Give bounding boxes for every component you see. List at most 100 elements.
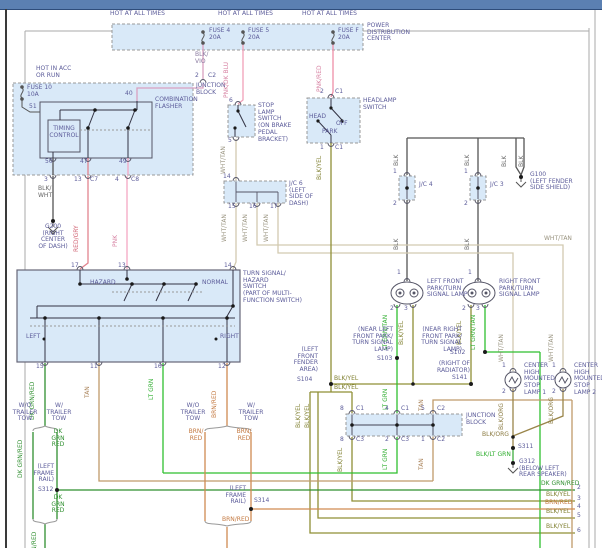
bus-ref-label: 2 <box>577 485 581 492</box>
right-front-lamp-label: RIGHT FRONT PARK/TURN SIGNAL LAMP <box>499 279 540 299</box>
wo-trailer-tow-label: W/O TRAILER TOW <box>10 403 40 423</box>
blk-yel-wire-label: BLK/YEL <box>337 448 344 472</box>
pnk-wire-label: PNK <box>112 235 119 247</box>
g100-label: G100 (LEFT FENDER SIDE SHIELD) <box>530 172 573 192</box>
connector-label: C2 <box>208 73 216 80</box>
chmsl1-bulb-symbol <box>505 372 521 388</box>
bus-wire-label: BLK/YEL <box>546 509 570 516</box>
blk-ltgrn-wire-label: BLK/LT GRN <box>476 452 511 459</box>
s314-label: S314 <box>254 498 269 505</box>
brn-red-wire-label: BRN/RED <box>222 517 249 524</box>
ltgrn-wire-label: LT GRN <box>148 379 155 400</box>
pin-label: 14 <box>223 174 231 181</box>
pin-label: 1 <box>393 169 397 176</box>
pin-label: 1 <box>468 270 472 277</box>
pin-label: 15 <box>228 204 236 211</box>
jc4-label: J/C 4 <box>419 182 433 189</box>
hot-in-acc-label: HOT IN ACC OR RUN <box>36 66 71 79</box>
blk-org-wire-label: BLK/ORG <box>482 432 509 439</box>
jc6-label: J/C 6 (LEFT SIDE OF DASH) <box>289 181 313 208</box>
normal-label: NORMAL <box>202 280 228 287</box>
pin-label: 1 <box>421 437 425 444</box>
s103-splice <box>395 356 399 360</box>
pin-label: 15 <box>36 364 44 371</box>
pin-label: 2 <box>195 73 199 80</box>
s141-location-label: (RIGHT OF RADIATOR) <box>435 361 470 374</box>
dk-grn-red-wire-label: DK GRN/RED <box>17 440 24 478</box>
g100-ground-symbol <box>516 179 526 187</box>
blk-wire-label: BLK <box>393 239 400 250</box>
left-front-lamp-label: LEFT FRONT PARK/TURN SIGNAL LAMP <box>427 279 467 299</box>
pin-label: 2 <box>502 389 506 396</box>
connector-label: C2 <box>437 406 445 413</box>
pin-label: 2 <box>390 306 394 313</box>
pin-label: 2 <box>385 437 389 444</box>
pin-label: 4 <box>385 406 389 413</box>
off-position-label: OFF <box>336 121 348 128</box>
blk-wire-label: BLK <box>518 156 525 167</box>
s103-label: S103 <box>377 356 392 363</box>
combination-flasher-label: COMBINATION FLASHER <box>155 97 198 110</box>
g100-dot <box>519 175 523 179</box>
pin-label: 8 <box>340 406 344 413</box>
pin-label: 40 <box>125 91 133 98</box>
bus-wire-label: BRN/RED <box>545 500 572 507</box>
pin-label: 4 <box>115 177 119 184</box>
junction-block-label: JUNCTION BLOCK <box>196 83 225 96</box>
w-trailer-tow-label: W/ TRAILER TOW <box>236 403 266 423</box>
pin-label: 51 <box>29 104 37 111</box>
pin-label: 1 <box>502 363 506 370</box>
blk-yel-wire-label: BLK/YEL <box>334 385 358 392</box>
red-gry-wire-label: RED/GRY <box>73 225 80 252</box>
bus-ref-label: 6 <box>577 528 581 535</box>
pin-label: 1 <box>464 169 468 176</box>
component-boxes <box>13 24 486 436</box>
blk-yel-wire-label: BLK/YEL <box>295 404 302 428</box>
left-label: LEFT <box>26 334 40 341</box>
pin-label: 1 <box>397 270 401 277</box>
stop-lamp-switch-box <box>228 105 255 137</box>
wo-trailer-tow-label: W/O TRAILER TOW <box>178 403 208 423</box>
connector-label: C1 <box>335 145 343 152</box>
pin-label: 13 <box>118 263 126 270</box>
turn-signal-switch-label: TURN SIGNAL/ HAZARD SWITCH (PART OF MULT… <box>243 271 302 305</box>
ltgrn-tan-wire-label: LT GRN/TAN <box>470 315 477 350</box>
pin-label: 14 <box>224 263 232 270</box>
blk-wire-label: BLK <box>393 155 400 166</box>
park-position-label: PARK <box>322 129 337 136</box>
pin-label: 2 <box>462 306 466 313</box>
pin-label: 11 <box>90 364 98 371</box>
hot-at-all-times-label: HOT AT ALL TIMES <box>218 11 273 18</box>
bus-wire-label: BLK/YEL <box>546 524 570 531</box>
s104-label: S104 <box>297 377 312 384</box>
blk-wire-label: BLK <box>464 155 471 166</box>
pin-label: 2 <box>464 201 468 208</box>
s102-label: S102 <box>450 350 465 357</box>
fuse10-label: FUSE 10 10A <box>27 85 52 98</box>
connector-label: C8 <box>131 177 139 184</box>
pin-label: 3 <box>44 177 48 184</box>
chmsl1-label: CENTER HIGH MOUNTED STOP LAMP 1 <box>524 363 555 397</box>
blk-yel-wire-label: BLK/YEL <box>334 376 358 383</box>
g200-label: G200 (RIGHT CENTER OF DASH) <box>36 224 70 251</box>
connector-label: C2 <box>437 437 445 444</box>
blk-vio-wire-label: BLK/ VIO <box>195 52 208 65</box>
wires-blkorg <box>513 389 563 448</box>
pin-label: 3 <box>476 306 480 313</box>
pin-label: 17 <box>270 204 278 211</box>
brn-red-wire-label: BRN/ RED <box>236 429 252 442</box>
s311-splice <box>511 446 515 450</box>
w-trailer-tow-label: W/ TRAILER TOW <box>44 403 74 423</box>
pin-label: 5 <box>421 406 425 413</box>
pin-label: 17 <box>71 263 79 270</box>
g312-label: G312 (BELOW LEFT REAR SPEAKER) <box>519 459 567 479</box>
tan-wire-label: TAN <box>418 458 425 470</box>
wht-tan-wire-label: WHT/TAN <box>220 146 227 174</box>
blk-yel-wire-label: BLK/YEL <box>398 321 405 345</box>
dk-grn-red-wire-label: DK GRN RED <box>50 429 66 449</box>
junction-block-label: JUNCTION BLOCK <box>466 413 495 426</box>
brn-red-wire-label: BRN/ RED <box>188 429 204 442</box>
wht-tan-wire-label: WHT/TAN <box>221 214 228 242</box>
connector-label: C1 <box>401 406 409 413</box>
s104-splice <box>329 382 333 386</box>
